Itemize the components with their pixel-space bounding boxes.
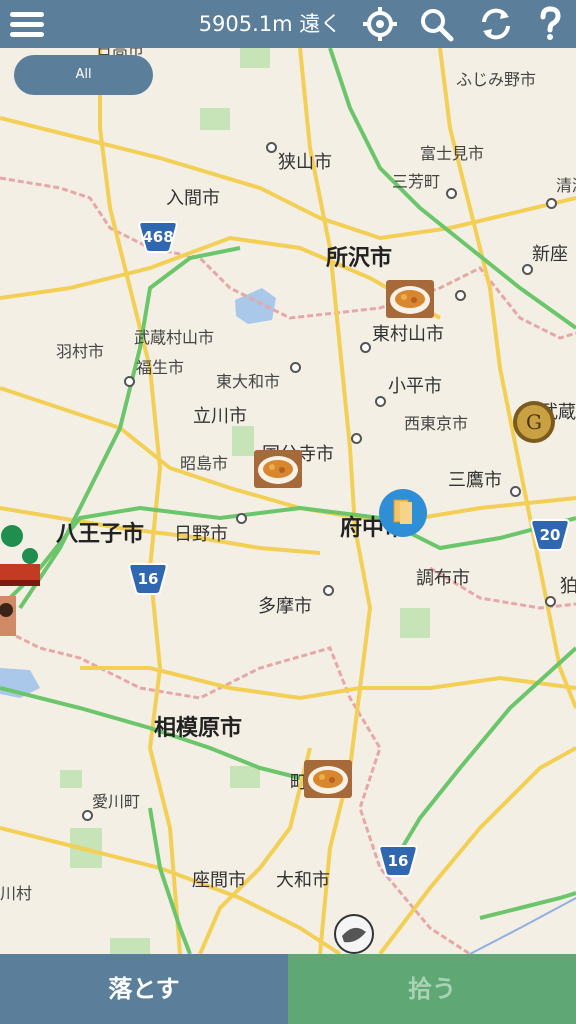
food-marker[interactable] bbox=[386, 280, 434, 318]
place-label: 小平市 bbox=[388, 376, 442, 397]
place-label: 所沢市 bbox=[326, 246, 393, 271]
place-label: 三芳町 bbox=[392, 172, 441, 191]
station-marker[interactable] bbox=[0, 524, 40, 590]
crosshair-icon[interactable] bbox=[362, 6, 398, 42]
place-label: 狭山市 bbox=[278, 152, 332, 173]
town-dot bbox=[351, 433, 362, 444]
place-label: 富士見市 bbox=[420, 144, 485, 163]
place-label: ふじみ野市 bbox=[456, 70, 537, 89]
town-dot bbox=[522, 264, 533, 275]
town-dot bbox=[323, 585, 334, 596]
place-label: 新座 bbox=[532, 244, 568, 265]
place-label: 愛川町 bbox=[92, 792, 141, 811]
place-label: 立川市 bbox=[193, 406, 247, 427]
svg-text:G: G bbox=[526, 410, 542, 434]
refresh-icon[interactable] bbox=[478, 6, 514, 42]
town-dot bbox=[510, 486, 521, 497]
distance-label: 5905.1m 遠く bbox=[198, 12, 342, 36]
help-icon[interactable] bbox=[532, 6, 568, 42]
drop-button[interactable]: 落とす bbox=[0, 954, 288, 1024]
town-dot bbox=[82, 810, 93, 821]
search-icon[interactable] bbox=[418, 6, 454, 42]
place-label: 座間市 bbox=[192, 870, 246, 891]
place-label: 八王子市 bbox=[56, 522, 145, 547]
route-shield: 16 bbox=[128, 562, 168, 596]
place-label: 武蔵村山市 bbox=[134, 328, 215, 347]
route-shield: 20 bbox=[530, 518, 570, 552]
town-dot bbox=[236, 513, 247, 524]
town-dot bbox=[124, 376, 135, 387]
town-dot bbox=[290, 362, 301, 373]
route-shield: 468 bbox=[138, 220, 178, 254]
place-label: 西東京市 bbox=[404, 414, 469, 433]
place-label: 大和市 bbox=[276, 870, 330, 891]
place-label: 調布市 bbox=[416, 568, 470, 589]
town-dot bbox=[375, 396, 386, 407]
user-avatar-marker[interactable] bbox=[0, 596, 16, 636]
place-label: 福生市 bbox=[136, 358, 185, 377]
place-label: 多摩市 bbox=[258, 596, 312, 617]
place-label: 清瀬 bbox=[556, 176, 576, 195]
filter-all-button[interactable]: All bbox=[14, 55, 153, 95]
menu-button[interactable] bbox=[8, 8, 48, 40]
pick-up-button[interactable]: 拾う bbox=[288, 954, 576, 1024]
town-dot bbox=[455, 290, 466, 301]
place-label: 日野市 bbox=[174, 524, 228, 545]
place-label: 入間市 bbox=[166, 188, 220, 209]
town-dot bbox=[446, 188, 457, 199]
place-label: 羽村市 bbox=[56, 342, 105, 361]
food-marker[interactable] bbox=[254, 450, 302, 488]
place-label: 狛 bbox=[560, 576, 576, 597]
place-label: 三鷹市 bbox=[448, 470, 502, 491]
place-label: 昭島市 bbox=[180, 454, 229, 473]
food-marker[interactable] bbox=[304, 760, 352, 798]
town-dot bbox=[546, 198, 557, 209]
menu-icon bbox=[10, 12, 44, 17]
place-label: 東大和市 bbox=[216, 372, 281, 391]
menu-icon bbox=[10, 22, 44, 27]
town-dot bbox=[545, 596, 556, 607]
top-bar: 5905.1m 遠く bbox=[0, 0, 576, 48]
route-shield: 16 bbox=[378, 844, 418, 878]
map-marker[interactable] bbox=[334, 914, 374, 954]
town-dot bbox=[360, 342, 371, 353]
menu-icon bbox=[10, 32, 44, 37]
place-label: 相模原市 bbox=[154, 716, 243, 741]
coin-marker[interactable]: G bbox=[512, 400, 556, 444]
map-view[interactable]: 所沢市 八王子市 府中市 相模原市 狭山市 入間市 東村山市 小平市 立川市 国… bbox=[0, 42, 576, 954]
town-dot bbox=[266, 142, 277, 153]
place-label: 川村 bbox=[0, 884, 33, 903]
place-label: 東村山市 bbox=[372, 324, 444, 345]
current-location-marker[interactable] bbox=[378, 488, 428, 538]
